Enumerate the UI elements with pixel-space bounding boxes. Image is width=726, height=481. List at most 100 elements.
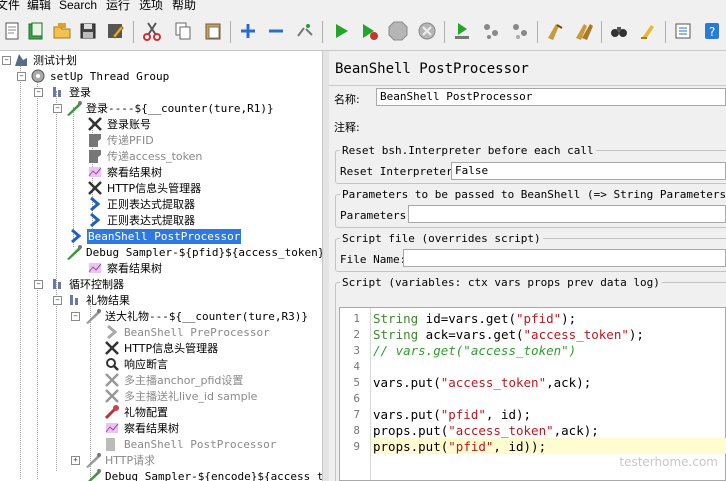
toolbar: ? xyxy=(0,13,726,51)
remote-start-all-icon[interactable] xyxy=(479,19,503,43)
tree-node-view-results-tree[interactable]: 察看结果树 xyxy=(87,260,163,276)
sampler-icon xyxy=(85,308,101,324)
tree-node-debug-sampler[interactable]: Debug Sampler-${pfid}${access_token} xyxy=(66,244,322,260)
search-icon[interactable] xyxy=(607,19,631,43)
expand-icon[interactable] xyxy=(236,19,260,43)
extractor-icon xyxy=(87,212,103,228)
clear-all-icon[interactable] xyxy=(572,19,596,43)
svg-text:?: ? xyxy=(709,25,715,39)
controller-icon xyxy=(66,292,82,308)
save-icon[interactable] xyxy=(76,19,100,43)
tree-node-http-request[interactable]: HTTP请求 xyxy=(85,452,156,468)
tree-node-loop-controller[interactable]: 循环控制器 xyxy=(49,276,125,292)
test-plan-tree: − − − − − − − + 测试计划 setUp Thread Group … xyxy=(0,51,322,481)
tree-node-gift-config[interactable]: 礼物配置 xyxy=(104,404,169,420)
menu-help[interactable]: 帮助 xyxy=(172,0,196,11)
line-number: 8 xyxy=(353,424,360,437)
collapse-toggle[interactable]: − xyxy=(53,104,62,113)
paste-icon[interactable] xyxy=(201,19,225,43)
tree-node-http-header-manager[interactable]: HTTP信息头管理器 xyxy=(87,180,202,196)
clear-icon[interactable] xyxy=(543,19,567,43)
tree-node-http-header-manager[interactable]: HTTP信息头管理器 xyxy=(104,340,219,356)
open-icon[interactable] xyxy=(50,19,74,43)
toggle-icon[interactable] xyxy=(293,19,317,43)
tree-node-login-sampler[interactable]: 登录----${__counter(ture,R1)} xyxy=(66,100,275,116)
function-helper-icon[interactable] xyxy=(671,19,695,43)
help-icon[interactable]: ? xyxy=(700,19,724,43)
sampler-icon xyxy=(85,452,101,468)
tree-node-test-plan[interactable]: 测试计划 xyxy=(13,52,78,68)
tree-node-live-id-sample[interactable]: 多主播送礼live_id sample xyxy=(104,388,258,404)
collapse-toggle[interactable]: − xyxy=(34,280,43,289)
tree-node-anchor-pfid-config[interactable]: 多主播anchor_pfid设置 xyxy=(104,372,244,388)
menu-search[interactable]: Search xyxy=(59,0,97,11)
start-icon[interactable] xyxy=(329,19,353,43)
code-line: String id=vars.get("pfid"); xyxy=(373,311,577,326)
collapse-toggle[interactable]: − xyxy=(34,88,43,97)
tree-node-view-results-tree[interactable]: 察看结果树 xyxy=(104,420,180,436)
menu-run[interactable]: 运行 xyxy=(106,0,130,11)
menu-options[interactable]: 选项 xyxy=(139,0,163,11)
code-line: props.put("pfid", id)); xyxy=(373,439,547,454)
tree-node-gift-results[interactable]: 礼物结果 xyxy=(66,292,131,308)
tree-node-login-controller[interactable]: 登录 xyxy=(49,84,92,100)
tree-node-pass-pfid[interactable]: 传递PFID xyxy=(87,132,155,148)
collapse-icon[interactable] xyxy=(264,19,288,43)
collapse-toggle[interactable]: − xyxy=(17,72,26,81)
new-icon[interactable] xyxy=(0,19,24,43)
expand-toggle[interactable]: + xyxy=(71,456,80,465)
file-name-input[interactable] xyxy=(403,249,726,267)
menu-edit[interactable]: 编辑 xyxy=(27,0,51,11)
shutdown-icon[interactable] xyxy=(415,19,439,43)
element-config-panel: BeanShell PostProcessor 名称: BeanShell Po… xyxy=(329,51,726,481)
menu-bar: 文件 编辑 Search 运行 选项 帮助 xyxy=(0,0,726,13)
remote-start-icon[interactable] xyxy=(450,19,474,43)
tree-node-big-gift-sampler[interactable]: 送大礼物---${__counter(ture,R3)} xyxy=(85,308,309,324)
tree-node-debug-sampler[interactable]: Debug Sampler-${encode}${access_token} xyxy=(85,468,322,481)
line-number-gutter: 1 2 3 4 5 6 7 8 9 xyxy=(340,308,371,480)
reset-interpreter-label: Reset Interpreter: xyxy=(340,165,460,178)
tree-node-setup-thread-group[interactable]: setUp Thread Group xyxy=(30,68,170,84)
cut-icon[interactable] xyxy=(140,19,164,43)
tree-node-beanshell-preprocessor[interactable]: BeanShell PreProcessor xyxy=(104,324,271,340)
sampler-icon xyxy=(66,244,82,260)
line-number: 7 xyxy=(353,408,360,421)
name-field[interactable]: BeanShell PostProcessor xyxy=(376,88,726,106)
start-no-pause-icon[interactable] xyxy=(357,19,381,43)
save-as-icon[interactable] xyxy=(103,19,127,43)
sampler-icon xyxy=(66,100,82,116)
line-number: 1 xyxy=(353,312,360,325)
remote-stop-icon[interactable] xyxy=(508,19,532,43)
parameters-input[interactable] xyxy=(408,205,726,223)
code-line: vars.put("access_token",ack); xyxy=(373,375,592,390)
file-name-label: File Name: xyxy=(340,253,407,266)
reset-interpreter-select[interactable]: False xyxy=(451,162,726,180)
controller-icon xyxy=(49,84,65,100)
line-number: 6 xyxy=(353,392,360,405)
tree-node-regex-extractor[interactable]: 正则表达式提取器 xyxy=(87,212,196,228)
tree-node-login-account[interactable]: 登录账号 xyxy=(87,116,152,132)
templates-icon[interactable] xyxy=(24,19,48,43)
parameters-group-legend: Parameters to be passed to BeanShell (=>… xyxy=(340,188,726,201)
code-line: props.put("access_token",ack); xyxy=(373,423,599,438)
stop-icon[interactable] xyxy=(386,19,410,43)
tree-node-view-results-tree[interactable]: 察看结果树 xyxy=(87,164,163,180)
tree-node-regex-extractor[interactable]: 正则表达式提取器 xyxy=(87,196,196,212)
collapse-toggle[interactable]: − xyxy=(53,296,62,305)
postprocessor-icon xyxy=(87,132,103,148)
extractor-icon xyxy=(68,228,84,244)
collapse-toggle[interactable]: − xyxy=(2,56,11,65)
tree-node-response-assertion[interactable]: 响应断言 xyxy=(104,356,169,372)
script-group-legend: Script (variables: ctx vars props prev d… xyxy=(340,276,662,289)
code-line: // vars.get("access_token") xyxy=(373,343,577,358)
collapse-toggle[interactable]: − xyxy=(71,312,80,321)
comment-field[interactable] xyxy=(371,114,726,132)
config-icon xyxy=(104,404,120,420)
tree-node-beanshell-postprocessor[interactable]: BeanShell PostProcessor xyxy=(104,436,277,452)
tree-node-pass-access-token[interactable]: 传递access_token xyxy=(87,148,203,164)
reset-search-icon[interactable] xyxy=(636,19,660,43)
tree-node-beanshell-postprocessor-selected[interactable]: BeanShell PostProcessor xyxy=(68,228,242,244)
copy-icon[interactable] xyxy=(171,19,195,43)
line-number: 3 xyxy=(353,344,360,357)
menu-file[interactable]: 文件 xyxy=(0,0,20,11)
